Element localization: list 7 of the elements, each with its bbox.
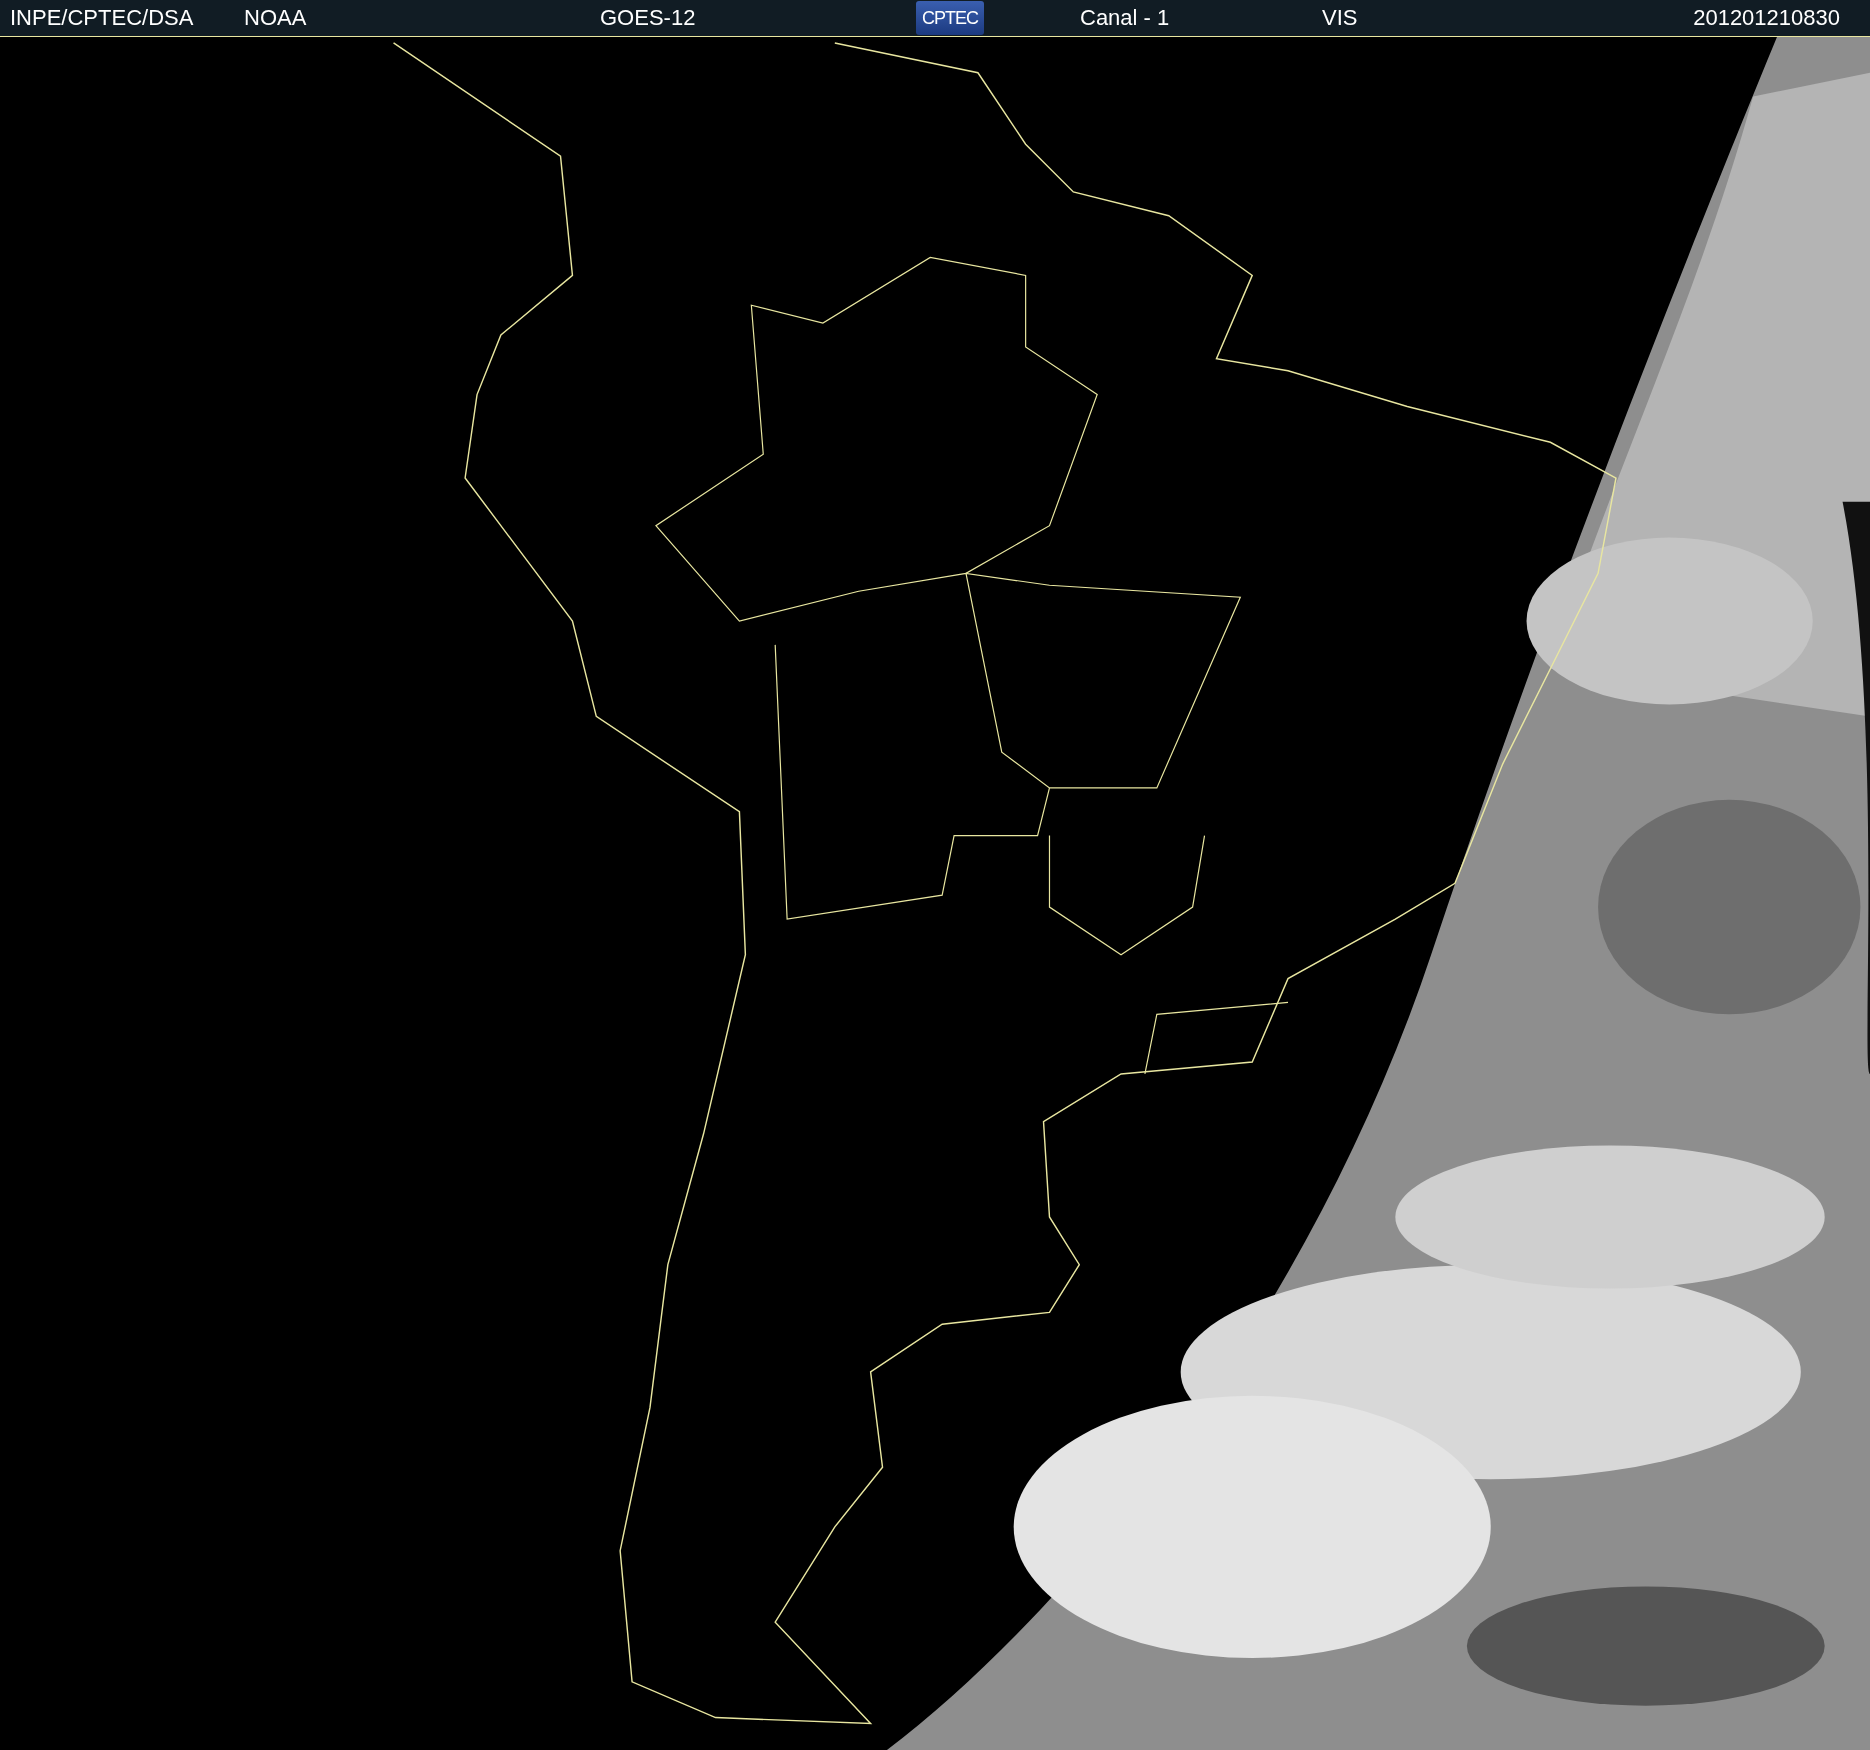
header-label: VIS	[1322, 5, 1358, 31]
header-label: Canal - 1	[1080, 5, 1170, 31]
logo: CPTEC	[916, 1, 984, 35]
header-label: NOAA	[244, 5, 307, 31]
header-label: 201201210830	[1693, 5, 1840, 31]
header-label: INPE/CPTEC/DSA	[10, 5, 194, 31]
header-label: GOES-12	[600, 5, 696, 31]
